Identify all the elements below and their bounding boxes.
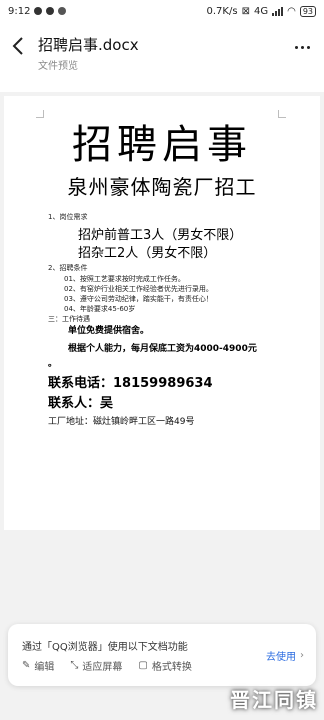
chevron-left-icon (12, 37, 23, 55)
edit-feature[interactable]: ✎ 编辑 (22, 658, 54, 673)
requirement-item: 02、有窑炉行业相关工作经验者优先进行录用。 (64, 285, 213, 293)
more-icon (295, 46, 298, 49)
document-subtitle: 文件预览 (38, 61, 78, 72)
requirement-item: 03、遵守公司劳动纪律，踏实能干，有责任心！ (64, 295, 213, 303)
position-item: 招炉前普工3人（男女不限） (78, 228, 243, 243)
watermark: 晋江同镇 (230, 688, 318, 712)
notification-icon (34, 7, 43, 15)
battery-level: 93 (302, 6, 313, 16)
fit-screen-icon: ⤡ (70, 660, 79, 671)
factory-address: 工厂地址：磁灶镇岭畔工区一路49号 (48, 417, 195, 427)
top-bar: 招聘启事.docx 文件预览 (0, 28, 324, 78)
notification-icon (46, 7, 55, 15)
status-bar: 9:12 0.7K/s ⊠ 4G ◠ 93 (0, 0, 324, 22)
feature-label: 格式转换 (151, 662, 192, 673)
document-icon: ▢ (138, 660, 148, 671)
promo-title: 通过「QQ浏览器」使用以下文档功能 (22, 642, 188, 653)
format-convert-feature[interactable]: ▢ 格式转换 (138, 658, 191, 673)
section-title: 2、招聘条件 (48, 264, 88, 272)
feature-label: 适应屏幕 (82, 662, 123, 673)
benefit-item: 单位免费提供宿舍。 (68, 326, 150, 336)
document-title: 招聘启事.docx (38, 36, 139, 54)
contact-phone: 联系电话：18159989634 (48, 376, 213, 391)
benefit-item: 根据个人能力，每月保底工资为4000-4900元 (68, 344, 257, 354)
section-title: 1、岗位需求 (48, 213, 88, 221)
clock: 9:12 (8, 5, 31, 17)
mute-icon: ⊠ (241, 5, 250, 17)
go-use-button[interactable]: 去使用 › (266, 648, 304, 663)
requirement-item: 01、按照工艺要求按时完成工作任务。 (64, 275, 185, 283)
cta-label: 去使用 (266, 652, 296, 663)
feature-promo-sheet: 通过「QQ浏览器」使用以下文档功能 ✎ 编辑 ⤡ 适应屏幕 ▢ 格式转换 去使用… (8, 624, 316, 686)
network-speed: 0.7K/s (206, 5, 238, 17)
period-mark: 。 (48, 359, 58, 369)
signal-icon (272, 6, 284, 16)
fit-screen-feature[interactable]: ⤡ 适应屏幕 (70, 658, 122, 673)
more-button[interactable] (295, 46, 310, 49)
network-type: 4G (253, 5, 269, 17)
back-button[interactable] (4, 28, 32, 64)
contact-person: 联系人：吴 (48, 396, 114, 411)
wifi-icon: ◠ (287, 5, 296, 17)
page-headline: 招聘启事 (72, 122, 252, 168)
battery-icon: 93 (299, 5, 316, 17)
feature-label: 编辑 (34, 662, 55, 673)
chevron-right-icon: › (300, 650, 304, 661)
edit-icon: ✎ (22, 660, 31, 671)
notification-icon (58, 7, 67, 15)
company-title: 泉州豪体陶瓷厂招工 (67, 175, 257, 199)
position-item: 招杂工2人（男女不限） (78, 246, 217, 261)
requirement-item: 04、年龄要求45-60岁 (64, 305, 136, 313)
